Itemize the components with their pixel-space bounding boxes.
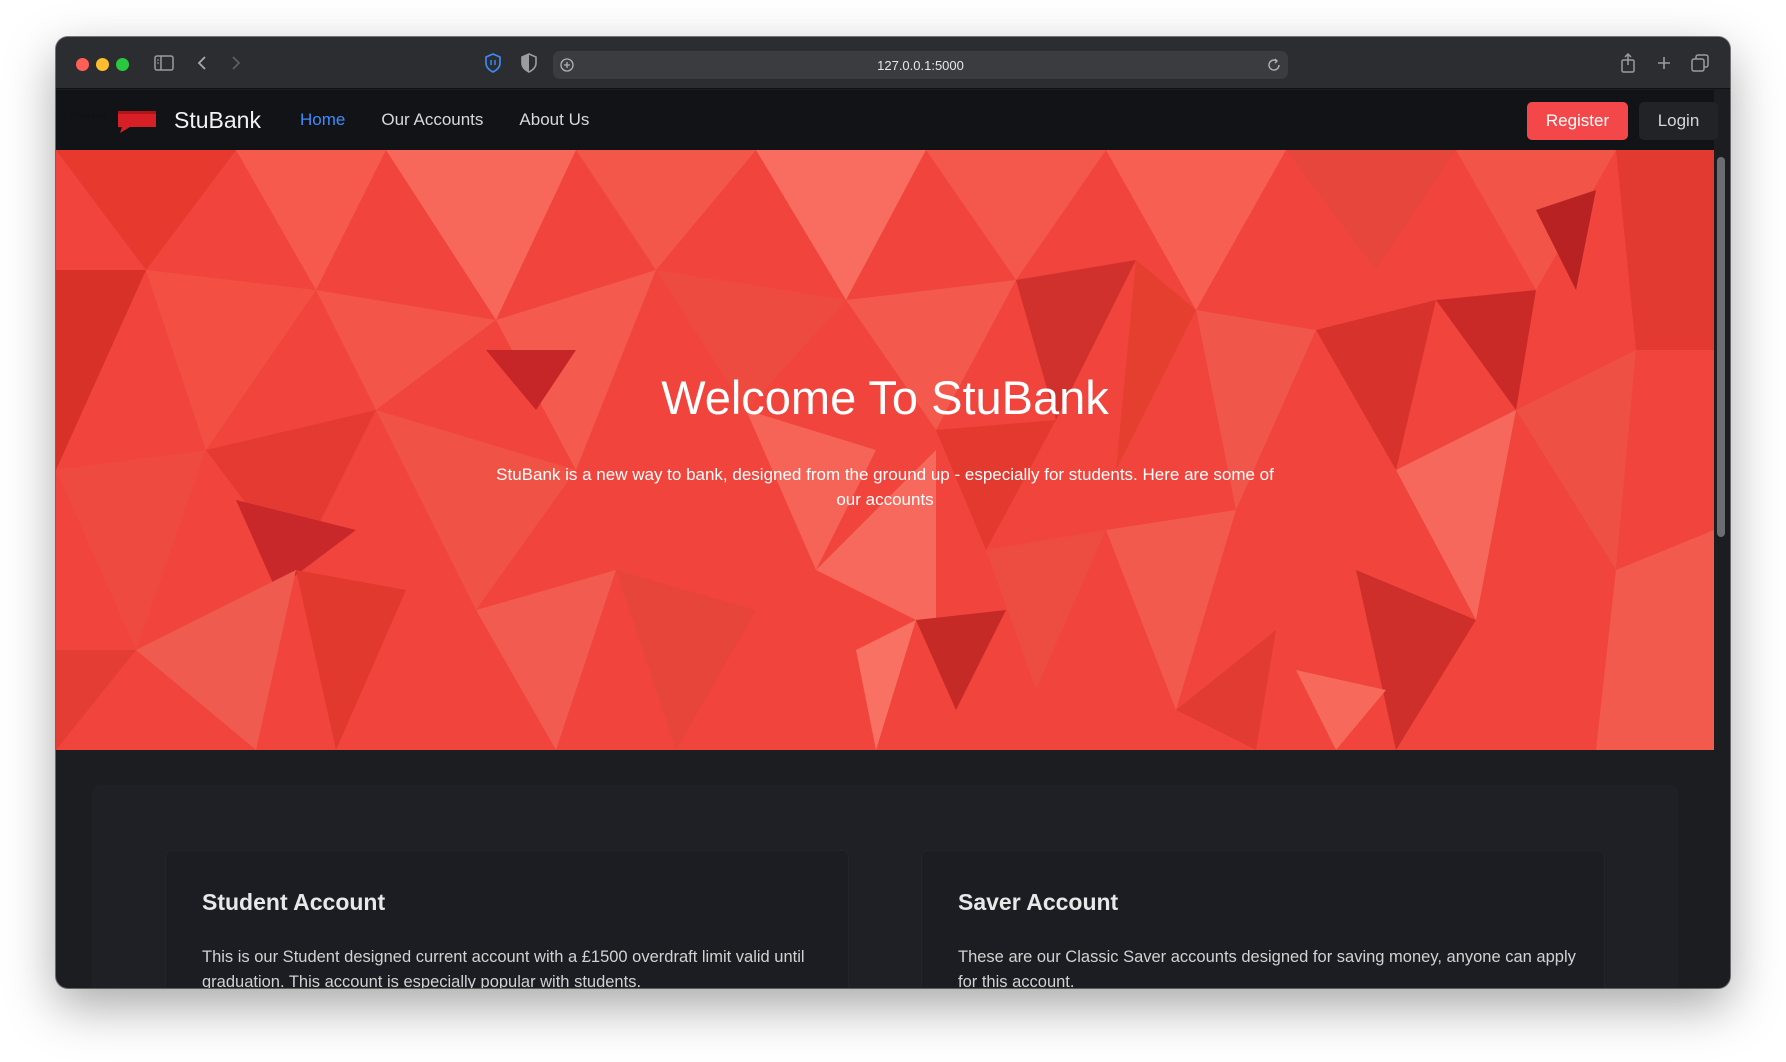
url-text[interactable]: 127.0.0.1:5000 bbox=[877, 58, 964, 73]
tabs-overview-icon[interactable] bbox=[1688, 51, 1712, 75]
shield-icon[interactable] bbox=[481, 51, 505, 75]
address-bar[interactable]: 127.0.0.1:5000 bbox=[553, 51, 1288, 79]
stubank-logo[interactable]: STUBANK bbox=[68, 107, 160, 133]
brand-name[interactable]: StuBank bbox=[174, 107, 261, 134]
browser-window: 127.0.0.1:5000 STUBANK StuBank Home Our … bbox=[56, 37, 1730, 988]
sidebar-icon[interactable] bbox=[152, 51, 176, 75]
register-button[interactable]: Register bbox=[1527, 102, 1628, 140]
nav-link-home[interactable]: Home bbox=[300, 110, 345, 130]
close-window-button[interactable] bbox=[76, 58, 89, 71]
brand[interactable]: STUBANK StuBank bbox=[68, 90, 261, 150]
nav-link-about-us[interactable]: About Us bbox=[519, 110, 589, 130]
hero-title: Welcome To StuBank bbox=[661, 371, 1109, 424]
hero-subtitle: StuBank is a new way to bank, designed f… bbox=[496, 465, 1274, 509]
student-account-card: Student Account This is our Student desi… bbox=[166, 851, 848, 988]
login-button[interactable]: Login bbox=[1639, 102, 1718, 140]
privacy-icon[interactable] bbox=[517, 51, 541, 75]
browser-toolbar: 127.0.0.1:5000 bbox=[56, 37, 1730, 89]
back-icon[interactable] bbox=[190, 51, 214, 75]
zoom-window-button[interactable] bbox=[116, 58, 129, 71]
hero-section: Welcome To StuBank StuBank is a new way … bbox=[56, 150, 1714, 750]
forward-icon[interactable] bbox=[224, 51, 248, 75]
scrollbar-thumb[interactable] bbox=[1717, 157, 1725, 537]
accounts-panel: Student Account This is our Student desi… bbox=[92, 785, 1678, 988]
site-icon bbox=[559, 57, 575, 73]
card-text: This is our Student designed current acc… bbox=[202, 948, 805, 988]
card-title: Saver Account bbox=[958, 889, 1119, 915]
saver-account-card: Saver Account These are our Classic Save… bbox=[922, 851, 1604, 988]
card-text: These are our Classic Saver accounts des… bbox=[958, 948, 1576, 988]
nav-links: Home Our Accounts About Us bbox=[300, 90, 625, 150]
site-navbar: STUBANK StuBank Home Our Accounts About … bbox=[56, 90, 1718, 150]
logo-text: STUBANK bbox=[70, 113, 107, 120]
new-tab-icon[interactable] bbox=[1652, 51, 1676, 75]
reload-icon[interactable] bbox=[1266, 57, 1282, 73]
nav-link-our-accounts[interactable]: Our Accounts bbox=[381, 110, 483, 130]
hero-polygon-background bbox=[56, 150, 1714, 750]
card-title: Student Account bbox=[202, 889, 386, 915]
share-icon[interactable] bbox=[1616, 51, 1640, 75]
minimize-window-button[interactable] bbox=[96, 58, 109, 71]
